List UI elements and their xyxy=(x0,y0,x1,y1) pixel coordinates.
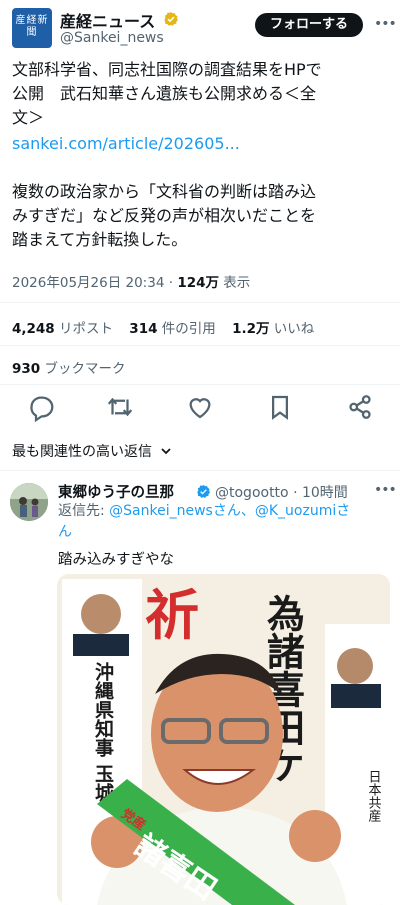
tweet-line: 公開 武石知華さん遺族も公開求める＜全 xyxy=(12,84,317,103)
reply-avatar[interactable] xyxy=(10,483,48,521)
tweet-line: みすぎだ」など反発の声が相次いだことを xyxy=(12,206,317,225)
divider xyxy=(0,470,400,471)
reply-meta: @togootto · 10時間 xyxy=(215,482,348,502)
reply-to-line: 返信先: @Sankei_newsさん、@K_uozumiさ ん xyxy=(58,501,388,543)
like-icon[interactable] xyxy=(185,392,215,422)
reply-time[interactable]: 10時間 xyxy=(302,485,348,501)
reposts-stat[interactable]: 4,248 リポスト xyxy=(12,321,113,337)
follow-button[interactable]: フォローする xyxy=(255,13,363,37)
reply-sort-dropdown[interactable]: 最も関連性の高い返信 xyxy=(12,441,172,461)
reply-photo[interactable]: 祈 為諸喜田ケ 沖縄県知事 玉城 日本共産 諸喜田 党産 xyxy=(57,574,390,905)
more-dots-icon[interactable]: ••• xyxy=(374,16,397,32)
separator: · xyxy=(168,275,174,291)
reply-to-label: 返信先: xyxy=(58,503,105,519)
reposts-label: リポスト xyxy=(59,321,113,337)
engagement-stats: 4,248 リポスト 314 件の引用 1.2万 いいね xyxy=(12,317,314,337)
banner-top: 祈 xyxy=(145,583,199,647)
verified-blue-badge-icon xyxy=(197,484,211,498)
logo-text: 産経新聞 xyxy=(15,15,49,38)
quotes-label: 件の引用 xyxy=(161,321,216,337)
sort-label: 最も関連性の高い返信 xyxy=(12,444,152,460)
divider xyxy=(0,384,400,385)
reply-icon[interactable] xyxy=(26,392,56,422)
divider xyxy=(0,345,400,346)
quotes-stat[interactable]: 314 件の引用 xyxy=(129,321,215,337)
reply-to-users[interactable]: @Sankei_newsさん、@K_uozumiさ xyxy=(109,503,350,519)
more-dots-icon[interactable]: ••• xyxy=(374,482,397,498)
likes-stat[interactable]: 1.2万 いいね xyxy=(232,321,314,337)
divider xyxy=(0,302,400,303)
action-bar xyxy=(0,392,400,422)
views-count: 124万 xyxy=(177,275,219,291)
reply-author-name[interactable]: 東郷ゆう子の旦那 xyxy=(58,481,174,502)
bookmarks-stat[interactable]: 930 ブックマーク xyxy=(12,357,125,377)
tweet-link[interactable]: sankei.com/article/202605... xyxy=(12,132,390,156)
quotes-count: 314 xyxy=(129,321,158,337)
tweet-line: 複数の政治家から「文科省の判断は踏み込 xyxy=(12,182,317,201)
bookmarks-label: ブックマーク xyxy=(44,361,126,377)
account-avatar[interactable]: 産経新聞 xyxy=(12,8,52,48)
share-icon[interactable] xyxy=(345,392,375,422)
separator: · xyxy=(293,485,298,501)
account-handle[interactable]: @Sankei_news xyxy=(60,30,164,46)
tweet-line: 文＞ xyxy=(12,108,45,127)
likes-label: いいね xyxy=(273,321,315,337)
bookmarks-count: 930 xyxy=(12,361,41,377)
tweet-line: 文部科学省、同志社国際の調査結果をHPで xyxy=(12,60,322,79)
tweet-text: 文部科学省、同志社国際の調査結果をHPで 公開 武石知華さん遺族も公開求める＜全… xyxy=(12,58,390,252)
account-name[interactable]: 産経ニュース xyxy=(60,8,155,32)
bookmark-icon[interactable] xyxy=(265,392,295,422)
tweet-line: 踏まえて方針転換した。 xyxy=(12,230,188,249)
likes-count: 1.2万 xyxy=(232,321,270,337)
poster-right-text: 日本共産 xyxy=(366,770,382,823)
chevron-down-icon xyxy=(161,448,172,455)
timestamp[interactable]: 2026年05月26日 20:34 xyxy=(12,275,164,291)
tweet-meta: 2026年05月26日 20:34 · 124万 表示 xyxy=(12,271,250,291)
photo-illustration: 祈 為諸喜田ケ 沖縄県知事 玉城 日本共産 諸喜田 党産 xyxy=(57,574,390,905)
poster-left-text: 沖縄県知事 玉城 xyxy=(92,661,114,803)
verified-gold-badge-icon xyxy=(164,12,178,26)
views-label: 表示 xyxy=(223,275,251,291)
reply-to-users-cont[interactable]: ん xyxy=(58,524,72,540)
reposts-count: 4,248 xyxy=(12,321,55,337)
repost-icon[interactable] xyxy=(105,392,135,422)
reply-text: 踏み込みすぎやな xyxy=(58,552,174,568)
reply-handle[interactable]: @togootto xyxy=(215,485,289,501)
avatar-image xyxy=(10,483,48,521)
